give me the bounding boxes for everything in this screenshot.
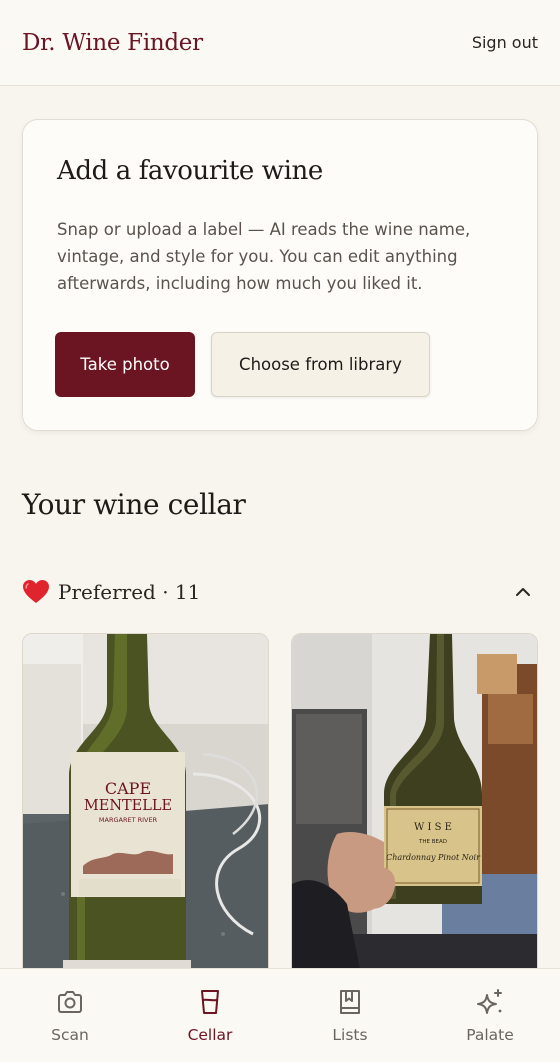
nav-palate[interactable]: Palate [420,969,560,1062]
wine-label-line1: CAPE [105,779,151,798]
preferred-section-label: Preferred · 11 [58,580,201,604]
wine-label-line1: W I S E [414,822,452,833]
camera-icon [58,991,82,1013]
preferred-section-toggle[interactable]: Preferred · 11 [22,574,538,610]
heart-icon [23,580,49,603]
nav-cellar[interactable]: Cellar [140,969,280,1062]
bottom-navigation: Scan Cellar Lists Palate [0,968,560,1062]
brand-title: Dr. Wine Finder [22,29,203,56]
add-wine-description: Snap or upload a label — AI reads the wi… [57,220,471,293]
add-wine-title: Add a favourite wine [57,156,323,186]
nav-palate-label: Palate [466,1026,514,1044]
cellar-title: Your wine cellar [22,488,246,521]
wine-label-line2: MENTELLE [84,798,172,814]
preferred-section-header: Preferred · 11 [22,579,200,605]
nav-scan-label: Scan [51,1026,89,1044]
choose-from-library-button[interactable]: Choose from library [211,332,430,397]
nav-lists-label: Lists [332,1026,368,1044]
sign-out-button[interactable]: Sign out [456,25,554,60]
take-photo-button[interactable]: Take photo [55,332,195,397]
nav-lists[interactable]: Lists [280,969,420,1062]
bookmark-book-icon [340,990,360,1014]
sparkle-icon [477,989,502,1014]
app-header: Dr. Wine Finder Sign out [0,0,560,86]
wine-photo-cape-mentelle: CAPE MENTELLE MARGARET RIVER [23,634,268,977]
chevron-up-icon[interactable] [512,581,534,603]
nav-scan[interactable]: Scan [0,969,140,1062]
nav-cellar-label: Cellar [187,1026,233,1044]
wine-card[interactable]: W I S E THE BEAD Chardonnay Pinot Noir [291,633,538,978]
wine-photo-wise: W I S E THE BEAD Chardonnay Pinot Noir [292,634,537,977]
add-wine-actions: Take photo Choose from library [55,332,430,397]
wine-card[interactable]: CAPE MENTELLE MARGARET RIVER [22,633,269,978]
wine-label-line2: THE BEAD [418,839,447,845]
wine-label-line3: MARGARET RIVER [99,816,158,824]
wine-label-line3: Chardonnay Pinot Noir [386,853,481,862]
glass-icon [201,990,219,1014]
